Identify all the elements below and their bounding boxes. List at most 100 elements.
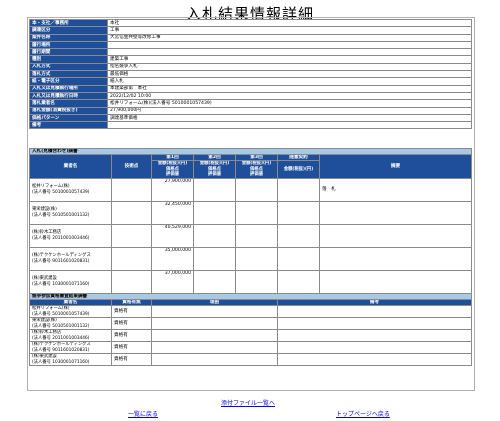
info-row: 本・支社／事務所 本社 xyxy=(29,18,472,28)
info-label: 価格パターン xyxy=(29,113,108,123)
info-value: 紙入札 xyxy=(107,77,472,86)
review-remarks-cell xyxy=(276,329,473,342)
review-company-cell: (株)鈴木工務店 (法人番号 2011001003446) xyxy=(29,329,112,342)
info-value xyxy=(107,121,472,130)
bid-round3-cell xyxy=(235,177,278,202)
review-reason-cell xyxy=(151,341,278,354)
bid-round2-cell xyxy=(193,269,236,294)
bid-remark-cell: 落 札 xyxy=(318,177,473,202)
info-row: 紙・電子区分 紙入札 xyxy=(29,77,472,86)
bid-company-corp-number: (法人番号 1030001071160) xyxy=(32,281,90,287)
bid-table: 入札(見積合わせ)調書 業者名 技術点 第1回 第2回 第3回 随意契約 摘要 … xyxy=(28,148,473,294)
bid-tech-cell xyxy=(111,223,152,248)
info-value xyxy=(107,48,472,57)
info-label: 履行期間 xyxy=(29,48,108,57)
review-remarks-cell xyxy=(276,317,473,330)
bid-round3-cell xyxy=(235,223,278,248)
review-company-cell: (株)東武建設 (法人番号 1030001071160) xyxy=(29,353,112,366)
bid-round1-amount: 32,450,000 xyxy=(151,200,194,225)
bid-table-body: 松井リフォーム(株) (法人番号 5010001057439) 27,900,000… xyxy=(29,177,473,294)
bid-round1-amount: 35,000,000 xyxy=(151,246,194,271)
bid-company-cell: (株)テクケンホールディングス (法人番号 9011601020831) xyxy=(29,246,112,271)
bid-subheader-round3: 金額(税抜)(円) 価格点 評価値 xyxy=(235,160,278,179)
info-label: 落札方式 xyxy=(29,70,108,79)
review-row: (株)東武建設 (法人番号 1030001071160) 資格有 xyxy=(29,353,473,366)
review-company-cell: 松井リフォーム(株) (法人番号 5010001057439) xyxy=(29,305,112,318)
bid-remark-cell xyxy=(318,223,473,248)
bid-round1-amount: 37,000,000 xyxy=(151,269,194,294)
review-row: 松井リフォーム(株) (法人番号 5010001057439) 資格有 xyxy=(29,305,473,318)
bid-company-cell: 松井リフォーム(株) (法人番号 5010001057439) xyxy=(29,177,112,202)
bid-row: 東栄建設(株) (法人番号 5010501001132) 32,450,000 xyxy=(29,200,473,225)
bid-row: (株)東武建設 (法人番号 1030001071160) 37,000,000 xyxy=(29,269,473,294)
bid-company-corp-number: (法人番号 2011001003446) xyxy=(32,235,90,241)
info-value: 27,900,000円 xyxy=(107,106,472,115)
info-row: 落札業者名 松井リフォーム(株)(法人番号 5010001057439) xyxy=(29,99,472,108)
info-label: 入札又は見積執行場所 xyxy=(29,84,108,93)
info-row: 履行期間 xyxy=(29,48,472,57)
info-label: 落札業者名 xyxy=(29,99,108,108)
review-reason-cell xyxy=(151,329,278,342)
info-value: 指名競争入札 xyxy=(107,62,472,72)
info-label: 紙・電子区分 xyxy=(29,77,108,86)
info-label: 落札金額(消費税抜き) xyxy=(29,106,108,115)
info-row: 落札方式 最低価格 xyxy=(29,70,472,79)
info-value: 本建築部第 本社 xyxy=(107,84,472,93)
review-row: 東栄建設(株) (法人番号 5010501001132) 資格有 xyxy=(29,317,473,330)
review-qualification-cell: 資格有 xyxy=(111,341,152,354)
review-company-corp-number: (法人番号 5010501001132) xyxy=(32,323,90,329)
info-value xyxy=(107,40,472,50)
bid-round1-amount: 40,529,000 xyxy=(151,223,194,248)
bid-company-cell: (株)鈴木工務店 (法人番号 2011001003446) xyxy=(29,223,112,248)
bid-round3-cell xyxy=(235,246,278,271)
info-value: 本社 xyxy=(107,18,472,28)
bid-negotiation-cell xyxy=(277,177,320,202)
review-qualification-cell: 資格有 xyxy=(111,329,152,342)
review-company-cell: (株)テクケンホールディングス (法人番号 9011601020831) xyxy=(29,341,112,354)
review-company-cell: 東栄建設(株) (法人番号 5010501001132) xyxy=(29,317,112,330)
bid-negotiation-cell xyxy=(277,269,320,294)
info-row: 調達区分 工事 xyxy=(29,26,472,35)
info-table: 本・支社／事務所 本社 調達区分 工事 案件名称 大宮信金共壁等改修工事 履行場所 履行期間種… xyxy=(29,18,472,130)
page: 入札結果情報詳細 本・支社／事務所 本社 調達区分 工事 案件名称 大宮信金共壁等改修工事… xyxy=(0,0,500,421)
attachments-link[interactable]: 添付ファイル一覧へ xyxy=(221,398,275,407)
back-to-list-link[interactable]: 一覧に戻る xyxy=(128,409,158,418)
review-reason-cell xyxy=(151,353,278,366)
bid-tech-cell xyxy=(111,246,152,271)
bid-remark-cell xyxy=(318,246,473,271)
info-row: 種別 建築工事 xyxy=(29,55,472,64)
review-remarks-cell xyxy=(276,341,473,354)
info-row: 入札又は見積執行場所 本建築部第 本社 xyxy=(29,84,472,93)
bid-remark-cell xyxy=(318,200,473,225)
info-value: 工事 xyxy=(107,26,472,35)
bid-remark-cell xyxy=(318,269,473,294)
review-reason-cell xyxy=(151,317,278,330)
bid-company-cell: (株)東武建設 (法人番号 1030001071160) xyxy=(29,269,112,294)
info-label: 種別 xyxy=(29,55,108,64)
bid-row: 松井リフォーム(株) (法人番号 5010001057439) 27,900,000… xyxy=(29,177,473,202)
review-table: 競争参加資格審査結果調書 業者名 資格有無 理由 備考 松井リフォーム(株) (法… xyxy=(28,293,473,366)
bid-row: (株)テクケンホールディングス (法人番号 9011601020831) 35,00… xyxy=(29,246,473,271)
info-label: 入札又は見積執行日時 xyxy=(29,91,108,101)
info-value: 調達基準価格 xyxy=(107,113,472,123)
review-row: (株)鈴木工務店 (法人番号 2011001003446) 資格有 xyxy=(29,329,473,342)
bid-subheader-negotiation: 金額(税抜)(円) xyxy=(277,160,320,179)
review-qualification-cell: 資格有 xyxy=(111,353,152,366)
info-label: 備考 xyxy=(29,121,108,130)
bid-round3-cell xyxy=(235,200,278,225)
info-row: 入札方式 指名競争入札 xyxy=(29,62,472,72)
info-row: 備考 xyxy=(29,121,472,130)
review-table-body: 松井リフォーム(株) (法人番号 5010001057439) 資格有 東栄建設(株)… xyxy=(29,305,473,366)
bid-company-corp-number: (法人番号 5010501001132) xyxy=(32,212,90,218)
review-company-corp-number: (法人番号 5010001057439) xyxy=(32,311,90,317)
review-qualification-cell: 資格有 xyxy=(111,305,152,318)
bid-row: (株)鈴木工務店 (法人番号 2011001003446) 40,529,000 xyxy=(29,223,473,248)
back-to-top-link[interactable]: トップページへ戻る xyxy=(336,409,390,418)
bid-round1-amount: 27,900,000 xyxy=(151,177,194,202)
bid-round2-cell xyxy=(193,223,236,248)
info-row: 案件名称 大宮信金共壁等改修工事 xyxy=(29,33,472,42)
info-row: 入札又は見積執行日時 2022/12/02 10:00 xyxy=(29,91,472,101)
bid-round2-cell xyxy=(193,177,236,202)
info-table-body: 本・支社／事務所 本社 調達区分 工事 案件名称 大宮信金共壁等改修工事 履行場所 履行期間種… xyxy=(29,18,472,130)
bid-negotiation-cell xyxy=(277,200,320,225)
